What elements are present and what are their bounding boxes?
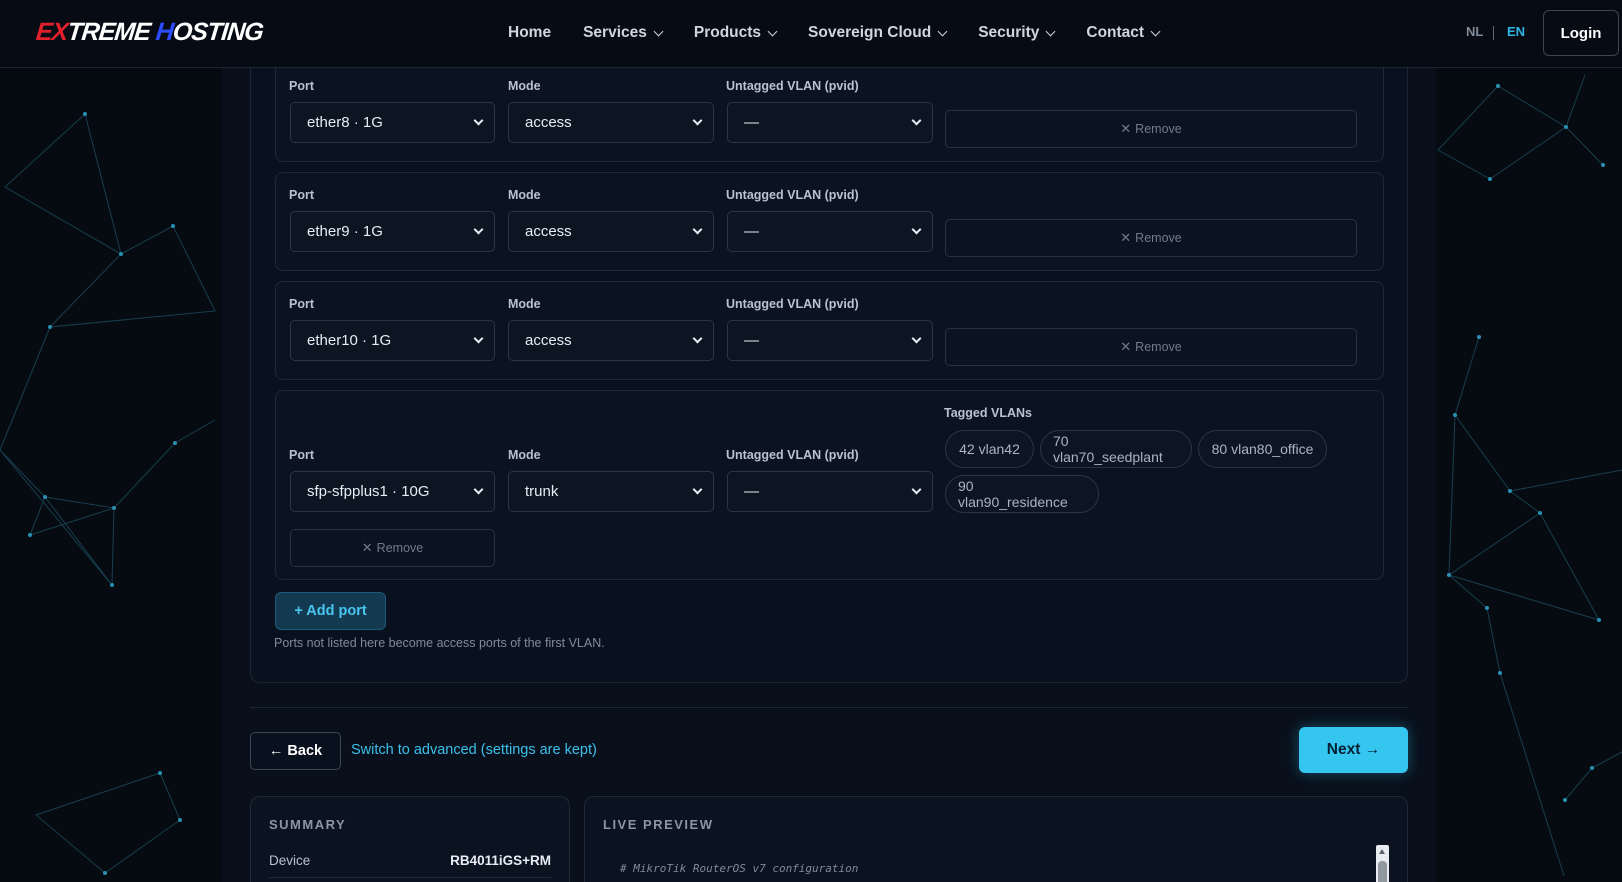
port-label: Port [289,188,314,202]
mode-select[interactable]: trunk [508,471,714,512]
mode-label: Mode [508,297,541,311]
chevron-down-icon [653,26,664,36]
live-preview-title: LIVE PREVIEW [603,817,714,832]
brand-logo[interactable]: EXTREME HOSTING [34,18,265,48]
untagged-vlan-select[interactable]: — [727,102,933,143]
tagged-vlan-chip[interactable]: 90 vlan90_residence [945,475,1099,513]
remove-port-button[interactable]: ✕ Remove [945,219,1357,257]
mode-label: Mode [508,448,541,462]
mode-select[interactable]: access [508,320,714,361]
main-nav: Home Services Products Sovereign Cloud S… [508,0,1191,66]
close-icon: ✕ [1120,230,1132,245]
chevron-down-icon [473,115,484,126]
tagged-vlans-label: Tagged VLANs [944,406,1032,420]
mode-label: Mode [508,188,541,202]
port-row: Port Mode Untagged VLAN (pvid) ether9 · … [275,172,1384,271]
summary-card: SUMMARY Device RB4011iGS+RM [250,796,570,882]
close-icon: ✕ [361,540,373,555]
live-preview-card: LIVE PREVIEW # MikroTik RouterOS v7 conf… [584,796,1408,882]
remove-port-button[interactable]: ✕ Remove [290,529,495,567]
chevron-down-icon [1045,26,1056,36]
chevron-down-icon [1150,26,1161,36]
nav-item-products[interactable]: Products [694,24,778,42]
summary-row-divider [269,877,551,878]
chevron-down-icon [692,115,703,126]
close-icon: ✕ [1120,339,1132,354]
language-en[interactable]: EN [1507,24,1525,39]
login-button[interactable]: Login [1543,10,1619,56]
summary-title: SUMMARY [269,817,347,832]
chevron-down-icon [692,224,703,235]
port-row: Port Mode Untagged VLAN (pvid) Tagged VL… [275,390,1384,580]
chevron-down-icon [911,224,922,235]
tagged-vlan-chip[interactable]: 70 vlan70_seedplant [1040,430,1192,468]
remove-port-button[interactable]: ✕ Remove [945,110,1357,148]
top-navigation-bar: EXTREME HOSTING Home Services Products S… [0,0,1622,68]
nav-item-services[interactable]: Services [583,24,664,42]
close-icon: ✕ [1120,121,1132,136]
chevron-down-icon [473,333,484,344]
nav-item-sovereign-cloud[interactable]: Sovereign Cloud [808,24,948,42]
tagged-vlan-chip[interactable]: 42 vlan42 [945,430,1034,468]
mode-select[interactable]: access [508,102,714,143]
port-select[interactable]: ether10 · 1G [290,320,495,361]
nav-item-home[interactable]: Home [508,24,551,42]
back-button[interactable]: ← Back [250,732,341,770]
port-label: Port [289,448,314,462]
language-nl[interactable]: NL [1466,24,1483,39]
untagged-vlan-label: Untagged VLAN (pvid) [726,188,859,202]
switch-to-advanced-link[interactable]: Switch to advanced (settings are kept) [351,742,597,758]
port-select[interactable]: sfp-sfpplus1 · 10G [290,471,495,512]
summary-device-label: Device [269,853,311,868]
nav-item-security[interactable]: Security [978,24,1056,42]
chevron-down-icon [473,224,484,235]
port-row: Port Mode Untagged VLAN (pvid) ether8 · … [275,60,1384,162]
untagged-vlan-label: Untagged VLAN (pvid) [726,448,859,462]
chevron-down-icon [911,333,922,344]
chevron-down-icon [911,484,922,495]
ports-hint: Ports not listed here become access port… [274,636,605,650]
port-label: Port [289,297,314,311]
section-divider [250,707,1408,708]
chevron-down-icon [692,333,703,344]
nav-item-contact[interactable]: Contact [1086,24,1161,42]
port-select[interactable]: ether9 · 1G [290,211,495,252]
remove-port-button[interactable]: ✕ Remove [945,328,1357,366]
untagged-vlan-select[interactable]: — [727,320,933,361]
summary-device-value: RB4011iGS+RM [450,853,551,868]
chevron-down-icon [767,26,778,36]
mode-label: Mode [508,79,541,93]
port-label: Port [289,79,314,93]
mode-select[interactable]: access [508,211,714,252]
scrollbar-thumb[interactable] [1378,861,1387,882]
chevron-down-icon [473,484,484,495]
untagged-vlan-select[interactable]: — [727,471,933,512]
untagged-vlan-label: Untagged VLAN (pvid) [726,297,859,311]
language-separator [1493,26,1494,40]
chevron-down-icon [911,115,922,126]
untagged-vlan-select[interactable]: — [727,211,933,252]
chevron-down-icon [692,484,703,495]
preview-scrollbar[interactable] [1376,845,1389,882]
config-code-line: # MikroTik RouterOS v7 configuration [620,862,859,875]
port-row: Port Mode Untagged VLAN (pvid) ether10 ·… [275,281,1384,380]
scroll-up-arrow-icon[interactable] [1379,849,1385,854]
chevron-down-icon [937,26,948,36]
next-button[interactable]: Next → [1299,727,1408,773]
tagged-vlan-chip[interactable]: 80 vlan80_office [1198,430,1327,468]
untagged-vlan-label: Untagged VLAN (pvid) [726,79,859,93]
add-port-button[interactable]: + Add port [275,592,386,630]
port-select[interactable]: ether8 · 1G [290,102,495,143]
